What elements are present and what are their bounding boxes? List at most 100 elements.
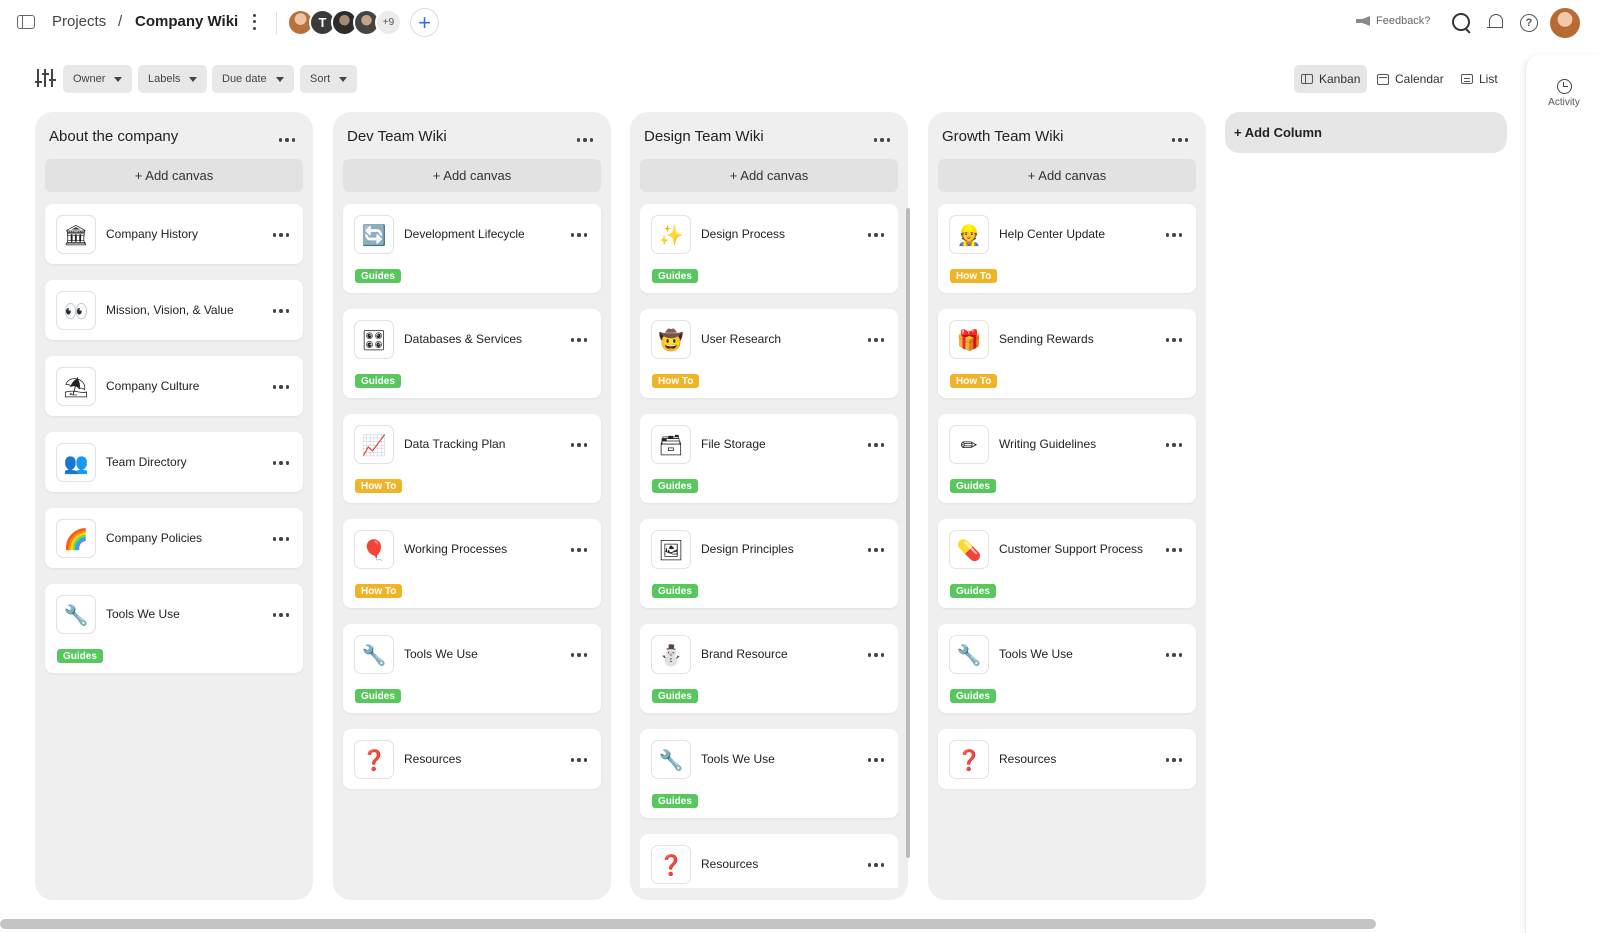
breadcrumb-projects[interactable]: Projects [52, 13, 106, 30]
card-menu-icon[interactable] [1165, 338, 1182, 342]
card-menu-icon[interactable] [570, 443, 587, 447]
cowboy-icon: 🤠 [651, 320, 691, 359]
chart-increasing-icon: 📈 [354, 425, 394, 464]
help-icon[interactable]: ? [1520, 14, 1538, 32]
card-menu-icon[interactable] [867, 548, 884, 552]
card-menu-icon[interactable] [272, 309, 289, 313]
horizontal-scrollbar[interactable] [0, 919, 1376, 929]
canvas-card[interactable]: ✏ Writing Guidelines Guides [938, 414, 1196, 503]
add-canvas-button[interactable]: + Add canvas [640, 159, 898, 192]
view-list-button[interactable]: List [1454, 65, 1505, 93]
filter-owner[interactable]: Owner [63, 65, 133, 93]
card-menu-icon[interactable] [867, 758, 884, 762]
card-title: Tools We Use [701, 752, 775, 766]
canvas-card[interactable]: ❓ Resources [343, 729, 601, 789]
add-canvas-button[interactable]: + Add canvas [343, 159, 601, 192]
column-scroll-area[interactable]: ✨ Design Process Guides 🤠 User Research … [640, 204, 898, 888]
card-menu-icon[interactable] [867, 338, 884, 342]
card-title: Design Principles [701, 542, 794, 556]
canvas-card[interactable]: 💊 Customer Support Process Guides [938, 519, 1196, 608]
label-badge: How To [652, 374, 700, 388]
canvas-card[interactable]: 🔧 Tools We Use Guides [343, 624, 601, 713]
card-menu-icon[interactable] [272, 537, 289, 541]
column-menu-icon[interactable] [576, 138, 593, 142]
card-menu-icon[interactable] [1165, 758, 1182, 762]
canvas-card[interactable]: 🎛 Databases & Services Guides [343, 309, 601, 398]
card-menu-icon[interactable] [1165, 443, 1182, 447]
member-avatars[interactable]: T +9 [287, 9, 402, 37]
canvas-card[interactable]: 👀 Mission, Vision, & Value [45, 280, 303, 340]
card-menu-icon[interactable] [570, 548, 587, 552]
canvas-card[interactable]: 🔧 Tools We Use Guides [938, 624, 1196, 713]
card-menu-icon[interactable] [1165, 233, 1182, 237]
canvas-card[interactable]: 🏛 Company History [45, 204, 303, 264]
card-title: Mission, Vision, & Value [106, 303, 234, 317]
card-menu-icon[interactable] [570, 653, 587, 657]
add-canvas-button[interactable]: + Add canvas [45, 159, 303, 192]
card-menu-icon[interactable] [867, 443, 884, 447]
canvas-card[interactable]: 🎁 Sending Rewards How To [938, 309, 1196, 398]
sidebar-toggle-icon[interactable] [17, 15, 35, 29]
user-avatar[interactable] [1550, 8, 1580, 38]
card-menu-icon[interactable] [570, 758, 587, 762]
activity-button[interactable]: Activity [1544, 79, 1584, 108]
filter-due-date[interactable]: Due date [212, 65, 294, 93]
canvas-card[interactable]: 🔄 Development Lifecycle Guides [343, 204, 601, 293]
add-canvas-button[interactable]: + Add canvas [938, 159, 1196, 192]
canvas-card[interactable]: 🔧 Tools We Use Guides [45, 584, 303, 673]
canvas-card[interactable]: ❓ Resources [938, 729, 1196, 789]
canvas-card[interactable]: 🔧 Tools We Use Guides [640, 729, 898, 818]
column-scrollbar[interactable] [906, 208, 910, 858]
card-menu-icon[interactable] [1165, 653, 1182, 657]
canvas-card[interactable]: ⛄ Brand Resource Guides [640, 624, 898, 713]
add-member-button[interactable]: + [410, 8, 439, 37]
feedback-label: Feedback? [1376, 15, 1431, 27]
card-menu-icon[interactable] [570, 338, 587, 342]
canvas-card[interactable]: 👥 Team Directory [45, 432, 303, 492]
more-members-count[interactable]: +9 [375, 9, 402, 36]
card-menu-icon[interactable] [272, 461, 289, 465]
view-kanban-button[interactable]: Kanban [1294, 65, 1368, 93]
file-box-icon: 🗃 [651, 425, 691, 464]
canvas-card[interactable]: 🖼 Design Principles Guides [640, 519, 898, 608]
canvas-card[interactable]: 🌈 Company Policies [45, 508, 303, 568]
bell-icon[interactable] [1485, 12, 1507, 34]
card-title: Resources [999, 752, 1057, 766]
card-menu-icon[interactable] [867, 653, 884, 657]
beach-umbrella-icon: ⛱ [56, 367, 96, 406]
canvas-card[interactable]: 🤠 User Research How To [640, 309, 898, 398]
card-menu-icon[interactable] [867, 233, 884, 237]
canvas-card[interactable]: ✨ Design Process Guides [640, 204, 898, 293]
card-menu-icon[interactable] [272, 613, 289, 617]
view-calendar-button[interactable]: Calendar [1370, 65, 1451, 93]
card-menu-icon[interactable] [867, 863, 884, 867]
card-menu-icon[interactable] [570, 233, 587, 237]
canvas-card[interactable]: 🗃 File Storage Guides [640, 414, 898, 503]
card-menu-icon[interactable] [272, 233, 289, 237]
canvas-card[interactable]: ⛱ Company Culture [45, 356, 303, 416]
wrench-icon: 🔧 [651, 740, 691, 779]
label-badge: How To [950, 374, 998, 388]
card-menu-icon[interactable] [1165, 548, 1182, 552]
column-menu-icon[interactable] [1171, 138, 1188, 142]
column-menu-icon[interactable] [278, 138, 295, 142]
canvas-card[interactable]: 📈 Data Tracking Plan How To [343, 414, 601, 503]
feedback-button[interactable]: Feedback? [1356, 15, 1430, 27]
card-menu-icon[interactable] [272, 385, 289, 389]
pencil-icon: ✏ [949, 425, 989, 464]
board-column: Growth Team Wiki + Add canvas 👷 Help Cen… [928, 112, 1206, 900]
more-options-icon[interactable] [250, 12, 258, 32]
label-badge: Guides [355, 689, 401, 703]
column-menu-icon[interactable] [873, 138, 890, 142]
view-list-label: List [1479, 72, 1498, 86]
filter-settings-icon[interactable] [35, 69, 56, 87]
question-mark-icon: ❓ [651, 845, 691, 884]
sort-button[interactable]: Sort [300, 65, 358, 93]
canvas-card[interactable]: 🎈 Working Processes How To [343, 519, 601, 608]
canvas-card[interactable]: ❓ Resources [640, 834, 898, 888]
add-column-button[interactable]: + Add Column [1225, 112, 1507, 153]
breadcrumb-separator: / [118, 13, 123, 30]
search-icon[interactable] [1451, 12, 1473, 34]
canvas-card[interactable]: 👷 Help Center Update How To [938, 204, 1196, 293]
filter-labels[interactable]: Labels [138, 65, 208, 93]
